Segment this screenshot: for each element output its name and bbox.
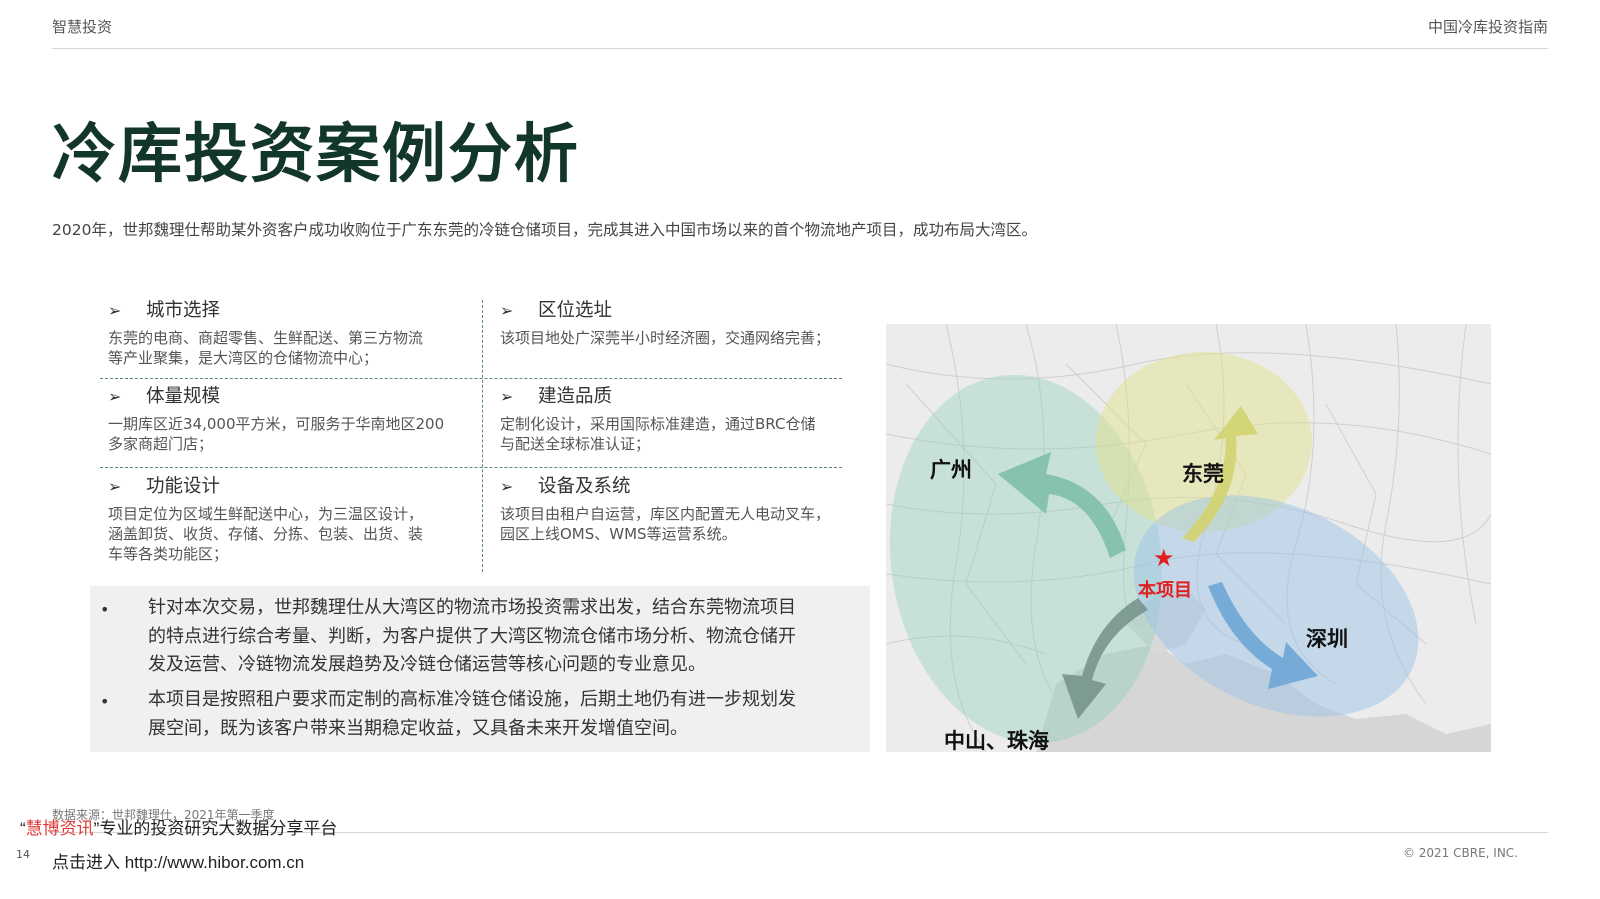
page-number: 14 xyxy=(16,848,30,861)
feature-line: 园区上线OMS、WMS等运营系统。 xyxy=(500,525,737,543)
watermark-link[interactable]: 点击进入 http://www.hibor.com.cn xyxy=(52,848,304,873)
summary-line: 本项目是按照租户要求而定制的高标准冷链仓储设施，后期土地仍有进一步规划发 xyxy=(148,689,796,710)
feature-title: 区位选址 xyxy=(538,300,613,321)
feature-title: 城市选择 xyxy=(146,300,221,321)
header-section-label: 智慧投资 xyxy=(52,18,113,36)
bullet-icon: • xyxy=(100,600,110,619)
label-project: 本项目 xyxy=(1138,579,1192,601)
feature-line: 涵盖卸货、收货、存储、分拣、包装、出货、装 xyxy=(108,525,424,543)
feature-line: 定制化设计，采用国际标准建造，通过BRC仓储 xyxy=(500,415,816,433)
feature-function-design: ➢ 功能设计 项目定位为区域生鲜配送中心，为三温区设计， 涵盖卸货、收货、存储、分… xyxy=(108,474,468,564)
feature-city-selection: ➢ 城市选择 东莞的电商、商超零售、生鲜配送、第三方物流 等产业聚集，是大湾区的仓… xyxy=(108,298,468,368)
summary-line: 的特点进行综合考量、判断，为客户提供了大湾区物流仓储市场分析、物流仓储开 xyxy=(148,625,796,647)
watermark-slogan: ”专业的投资研究大数据分享平台 xyxy=(93,819,338,838)
feature-title: 功能设计 xyxy=(146,476,221,497)
feature-line: 等产业聚集，是大湾区的仓储物流中心； xyxy=(108,349,379,367)
summary-line: 针对本次交易，世邦魏理仕从大湾区的物流市场投资需求出发，结合东莞物流项目 xyxy=(148,597,796,618)
feature-equipment-systems: ➢ 设备及系统 该项目由租户自运营，库区内配置无人电动叉车， 园区上线OMS、WM… xyxy=(500,474,852,544)
label-guangzhou: 广州 xyxy=(930,458,972,482)
summary-bullet-item: • 本项目是按照租户要求而定制的高标准冷链仓储设施，后期土地仍有进一步规划发 展… xyxy=(100,686,850,746)
page-title: 冷库投资案例分析 xyxy=(52,117,580,192)
watermark-line: “慧博资讯”专业的投资研究大数据分享平台 xyxy=(20,814,337,839)
arrow-icon: ➢ xyxy=(108,301,122,320)
feature-scale: ➢ 体量规模 一期库区近34,000平方米，可服务于华南地区200 多家商超门店； xyxy=(108,384,468,454)
header-document-title: 中国冷库投资指南 xyxy=(1427,18,1548,36)
bullet-icon: • xyxy=(100,692,110,711)
feature-build-quality: ➢ 建造品质 定制化设计，采用国际标准建造，通过BRC仓储 与配送全球标准认证； xyxy=(500,384,852,454)
feature-location: ➢ 区位选址 该项目地处广深莞半小时经济圈，交通网络完善； xyxy=(500,298,852,348)
arrow-icon: ➢ xyxy=(108,477,122,496)
summary-box: • 针对本次交易，世邦魏理仕从大湾区的物流市场投资需求出发，结合东莞物流项目 的… xyxy=(90,586,870,752)
header-divider xyxy=(52,48,1548,49)
feature-line: 项目定位为区域生鲜配送中心，为三温区设计， xyxy=(108,505,424,523)
summary-line: 展空间，既为该客户带来当期稳定收益，又具备未来开发增值空间。 xyxy=(148,717,688,739)
intro-text: 2020年，世邦魏理仕帮助某外资客户成功收购位于广东东莞的冷链仓储项目，完成其进… xyxy=(52,221,1037,239)
grid-divider xyxy=(100,467,842,468)
greater-bay-area-map: 广州 东莞 深圳 中山、珠海 ★ 本项目 xyxy=(886,324,1491,752)
feature-title: 体量规模 xyxy=(146,386,221,407)
arrow-icon: ➢ xyxy=(500,477,514,496)
feature-line: 与配送全球标准认证； xyxy=(500,435,651,453)
summary-line: 发及运营、冷链物流发展趋势及冷链仓储运营等核心问题的专业意见。 xyxy=(148,654,706,675)
feature-line: 该项目由租户自运营，库区内配置无人电动叉车， xyxy=(500,505,831,523)
feature-line: 该项目地处广深莞半小时经济圈，交通网络完善； xyxy=(500,329,831,347)
feature-title: 设备及系统 xyxy=(538,476,631,497)
feature-line: 多家商超门店； xyxy=(108,435,214,453)
grid-divider xyxy=(100,378,842,379)
feature-line: 一期库区近34,000平方米，可服务于华南地区200 xyxy=(108,415,445,433)
label-shenzhen: 深圳 xyxy=(1306,627,1348,651)
feature-line: 东莞的电商、商超零售、生鲜配送、第三方物流 xyxy=(108,329,424,347)
grid-vertical-divider xyxy=(482,300,483,572)
feature-line: 车等各类功能区； xyxy=(108,545,229,563)
watermark-brand: 慧博资讯 xyxy=(25,819,94,838)
feature-title: 建造品质 xyxy=(538,386,613,407)
summary-bullet-item: • 针对本次交易，世邦魏理仕从大湾区的物流市场投资需求出发，结合东莞物流项目 的… xyxy=(100,594,850,684)
label-dongguan: 东莞 xyxy=(1182,462,1224,486)
arrow-icon: ➢ xyxy=(500,387,514,406)
arrow-icon: ➢ xyxy=(500,301,514,320)
case-feature-grid: ➢ 城市选择 东莞的电商、商超零售、生鲜配送、第三方物流 等产业聚集，是大湾区的仓… xyxy=(100,298,852,574)
copyright-notice: © 2021 CBRE, INC. xyxy=(1402,846,1518,860)
arrow-icon: ➢ xyxy=(108,387,122,406)
label-zhongshan-zhuhai: 中山、珠海 xyxy=(944,729,1049,752)
project-star-icon: ★ xyxy=(1153,544,1175,572)
